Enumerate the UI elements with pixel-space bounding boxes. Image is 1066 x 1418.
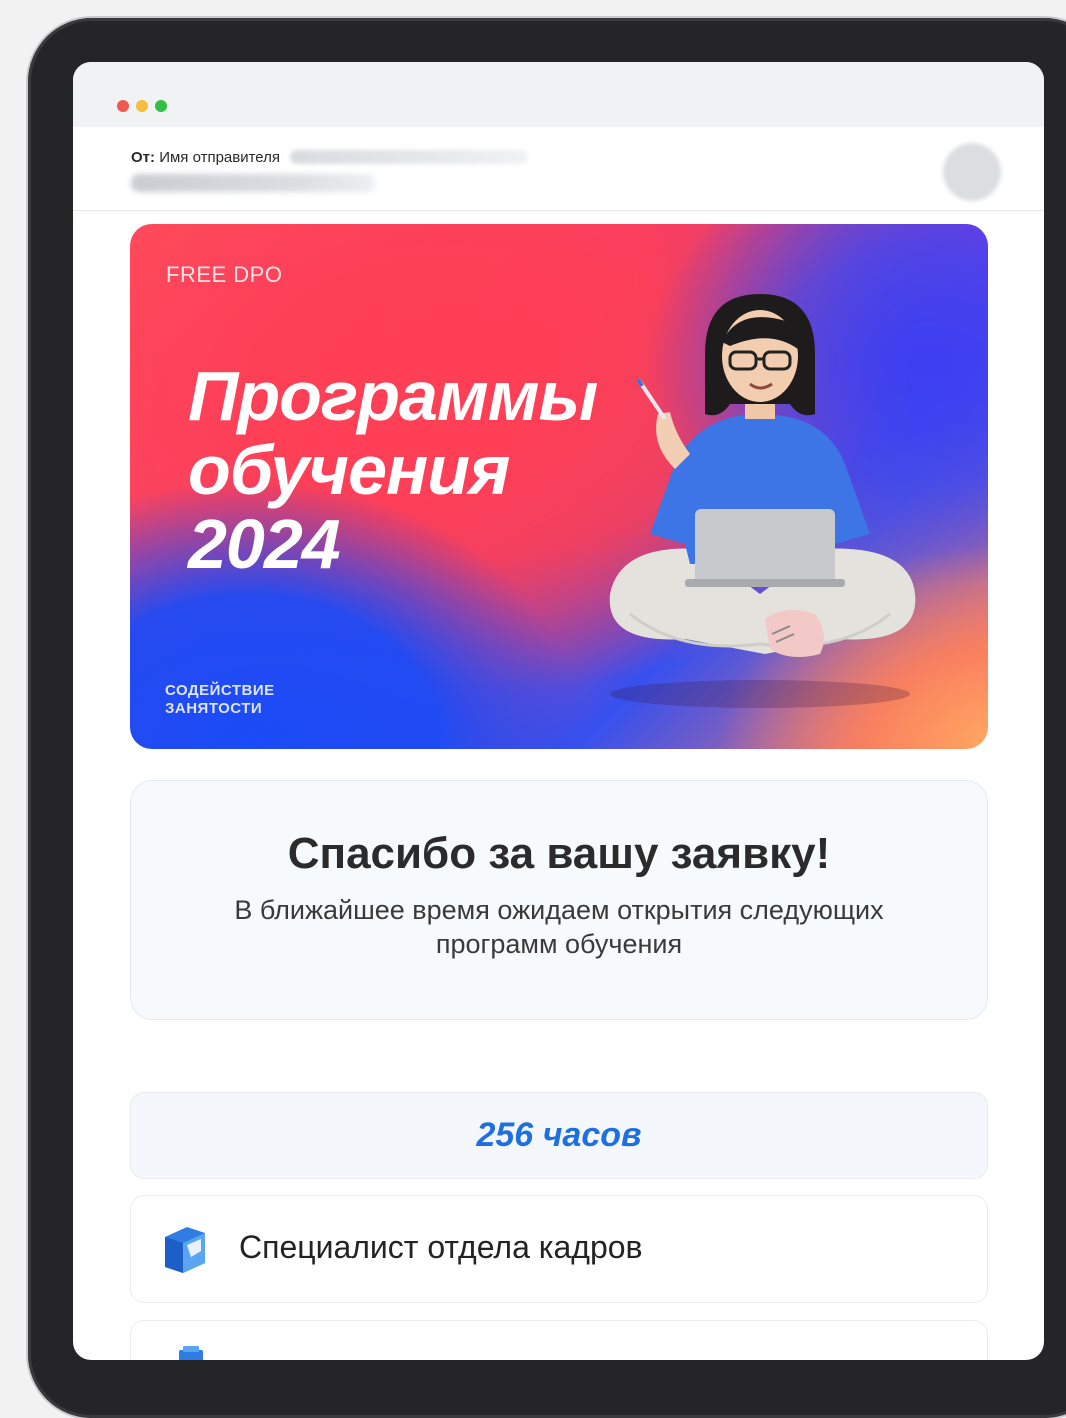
program-item[interactable] <box>130 1320 988 1360</box>
close-window-button[interactable] <box>117 100 129 112</box>
from-label: От: <box>131 149 156 166</box>
sender-email-blurred <box>290 150 529 164</box>
banner-title-line-3: 2024 <box>188 505 341 583</box>
banner-footer-line-1: СОДЕЙСТВИЕ <box>165 682 275 699</box>
folder-icon <box>165 1227 205 1273</box>
document-icon <box>179 1346 203 1360</box>
banner-footer-line-2: ЗАНЯТОСТИ <box>165 700 263 717</box>
thanks-card: Спасибо за вашу заявку! В ближайшее врем… <box>130 780 988 1020</box>
subject-blurred <box>131 174 375 192</box>
avatar[interactable] <box>943 143 1001 201</box>
window-titlebar <box>73 62 1044 127</box>
banner-footer-tag: СОДЕЙСТВИЕ ЗАНЯТОСТИ <box>165 682 275 718</box>
banner-title: Программы обучения 2024 <box>188 357 598 583</box>
banner-title-line-1: Программы <box>188 357 598 435</box>
email-window: От: Имя отправителя FREE DPO Программы о… <box>73 62 1044 1360</box>
program-label: Специалист отдела кадров <box>239 1229 643 1265</box>
mail-header: От: Имя отправителя <box>73 127 1044 211</box>
program-item[interactable]: Специалист отдела кадров <box>130 1195 988 1303</box>
brand-logo: FREE DPO <box>166 262 283 287</box>
sender-name: Имя отправителя <box>159 149 281 166</box>
thanks-title: Спасибо за вашу заявку! <box>287 829 831 878</box>
banner-title-line-2: обучения <box>188 431 510 509</box>
student-illustration <box>609 294 916 708</box>
promo-banner: FREE DPO Программы обучения 2024 СОДЕЙСТ… <box>130 224 988 749</box>
minimize-window-button[interactable] <box>136 100 148 112</box>
zoom-window-button[interactable] <box>155 100 167 112</box>
program-hours-header: 256 часов <box>130 1092 988 1179</box>
from-line: От: Имя отправителя <box>131 149 529 166</box>
thanks-subtitle: В ближайшее время ожидаем открытия следу… <box>234 895 884 959</box>
